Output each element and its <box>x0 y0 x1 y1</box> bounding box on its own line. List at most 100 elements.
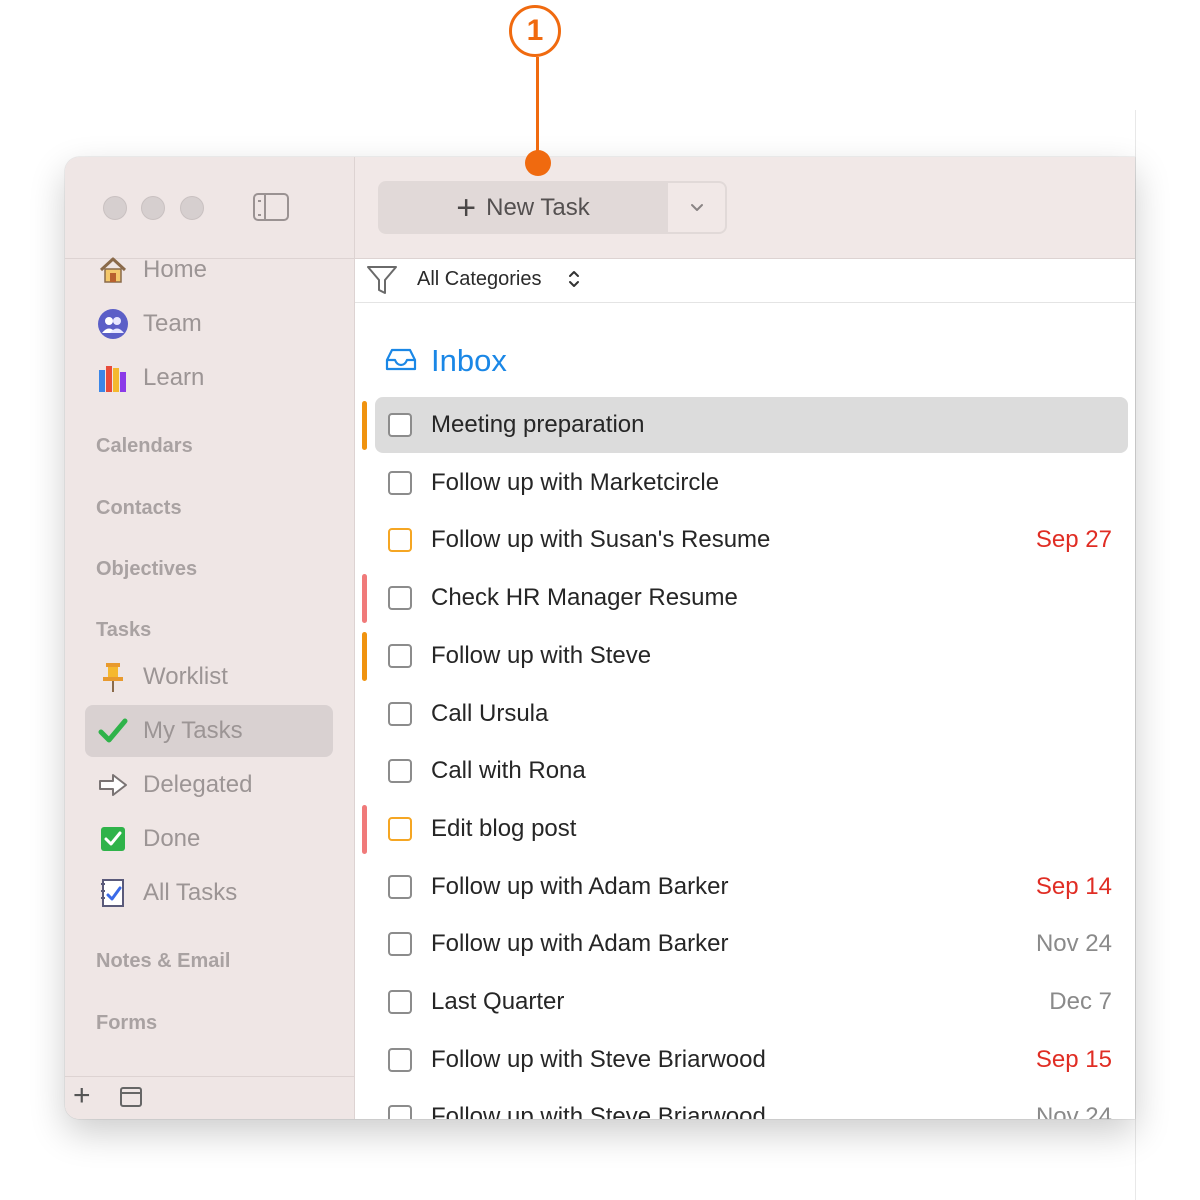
sidebar-item-delegated[interactable]: Delegated <box>85 759 333 811</box>
new-task-label: New Task <box>486 193 590 221</box>
inbox-header: Inbox <box>385 343 507 379</box>
checklist-icon <box>95 875 131 911</box>
priority-indicator <box>362 805 367 854</box>
plus-icon: + <box>456 188 477 227</box>
task-row[interactable]: Follow up with Marketcircle <box>375 455 1128 511</box>
page-edge-divider <box>1135 110 1136 1200</box>
category-filter-select[interactable]: All Categories <box>417 268 542 291</box>
task-list-panel: Inbox Meeting preparation Follow up with … <box>355 303 1135 1119</box>
sidebar-item-label: Done <box>143 825 201 852</box>
add-icon[interactable]: + <box>73 1081 91 1111</box>
sidebar-item-label: Worklist <box>143 663 228 690</box>
task-checkbox[interactable] <box>388 759 412 783</box>
task-checkbox[interactable] <box>388 413 412 437</box>
section-contacts[interactable]: Contacts <box>96 497 182 520</box>
chevron-updown-icon[interactable] <box>568 269 580 294</box>
task-title: Meeting preparation <box>431 411 645 438</box>
sidebar-item-team[interactable]: Team <box>85 298 333 350</box>
pushpin-icon <box>95 659 131 695</box>
house-icon <box>95 252 131 288</box>
funnel-icon[interactable] <box>365 263 399 302</box>
chevron-down-icon <box>690 199 704 217</box>
task-checkbox[interactable] <box>388 875 412 899</box>
task-title: Edit blog post <box>431 815 577 842</box>
task-row[interactable]: Edit blog post <box>362 801 1128 857</box>
task-checkbox[interactable] <box>388 990 412 1014</box>
new-task-menu-button[interactable] <box>668 181 727 234</box>
task-title: Follow up with Steve Briarwood <box>431 1103 766 1119</box>
sidebar-item-home[interactable]: Home <box>85 244 333 296</box>
section-objectives[interactable]: Objectives <box>96 558 197 581</box>
task-row[interactable]: Call Ursula <box>375 686 1128 742</box>
task-due-date: Sep 27 <box>1035 526 1112 553</box>
sidebar-item-label: Home <box>143 256 208 283</box>
app-window: Home Team Learn Calendars Contacts Objec… <box>65 157 1135 1119</box>
task-checkbox[interactable] <box>388 1048 412 1072</box>
sidebar-item-label: Team <box>143 310 202 337</box>
section-forms[interactable]: Forms <box>96 1012 157 1035</box>
task-row[interactable]: Last Quarter Dec 7 <box>375 974 1128 1030</box>
task-due-date: Sep 15 <box>1035 1046 1112 1073</box>
task-row[interactable]: Follow up with Adam Barker Nov 24 <box>375 916 1128 972</box>
task-title: Follow up with Steve <box>431 642 652 669</box>
sidebar-footer: + <box>65 1076 354 1119</box>
new-task-button[interactable]: + New Task <box>378 181 668 234</box>
task-row[interactable]: Check HR Manager Resume <box>362 570 1128 626</box>
task-due-date: Sep 14 <box>1035 873 1112 900</box>
section-title: Inbox <box>431 343 507 378</box>
task-title: Call with Rona <box>431 757 586 784</box>
checked-box-icon <box>95 821 131 857</box>
task-row[interactable]: Follow up with Steve Briarwood Sep 15 <box>375 1032 1128 1088</box>
callout-dot <box>525 150 551 176</box>
calendar-icon[interactable] <box>120 1087 142 1107</box>
section-notes-email[interactable]: Notes & Email <box>96 950 230 973</box>
priority-indicator <box>362 401 367 450</box>
sidebar: Home Team Learn Calendars Contacts Objec… <box>65 157 355 1119</box>
section-calendars[interactable]: Calendars <box>96 435 193 458</box>
team-icon <box>95 306 131 342</box>
sidebar-item-all-tasks[interactable]: All Tasks <box>85 867 333 919</box>
task-row[interactable]: Follow up with Susan's Resume Sep 27 <box>375 512 1128 568</box>
task-checkbox[interactable] <box>388 644 412 668</box>
arrow-right-icon <box>95 767 131 803</box>
sidebar-item-label: All Tasks <box>143 879 238 906</box>
task-title: Call Ursula <box>431 700 549 727</box>
sidebar-item-learn[interactable]: Learn <box>85 352 333 404</box>
sidebar-toggle-icon[interactable] <box>253 193 289 221</box>
task-row[interactable]: Follow up with Adam Barker Sep 14 <box>375 859 1128 915</box>
task-due-date: Dec 7 <box>1049 988 1112 1015</box>
task-checkbox[interactable] <box>388 471 412 495</box>
task-checkbox[interactable] <box>388 932 412 956</box>
task-checkbox[interactable] <box>388 586 412 610</box>
sidebar-item-done[interactable]: Done <box>85 813 333 865</box>
sidebar-item-label: Learn <box>143 364 205 391</box>
books-icon <box>95 360 131 396</box>
task-title: Last Quarter <box>431 988 565 1015</box>
task-row[interactable]: Meeting preparation <box>362 397 1128 453</box>
task-checkbox[interactable] <box>388 702 412 726</box>
checkmark-icon <box>95 713 131 749</box>
callout-line <box>536 57 539 163</box>
task-checkbox[interactable] <box>388 817 412 841</box>
task-checkbox[interactable] <box>388 528 412 552</box>
priority-indicator <box>362 632 367 681</box>
priority-indicator <box>362 574 367 623</box>
zoom-window-button[interactable] <box>180 196 204 220</box>
sidebar-item-worklist[interactable]: Worklist <box>85 651 333 703</box>
task-title: Follow up with Adam Barker <box>431 930 729 957</box>
sidebar-item-my-tasks[interactable]: My Tasks <box>85 705 333 757</box>
filter-bar: All Categories <box>355 259 1135 303</box>
task-title: Follow up with Marketcircle <box>431 469 720 496</box>
callout-badge: 1 <box>509 5 561 57</box>
minimize-window-button[interactable] <box>141 196 165 220</box>
task-checkbox[interactable] <box>388 1105 412 1119</box>
task-row[interactable]: Call with Rona <box>375 743 1128 799</box>
section-tasks[interactable]: Tasks <box>96 619 151 642</box>
task-row[interactable]: Follow up with Steve <box>362 628 1128 684</box>
task-title: Follow up with Susan's Resume <box>431 526 771 553</box>
task-title: Follow up with Steve Briarwood <box>431 1046 766 1073</box>
sidebar-item-label: Delegated <box>143 771 253 798</box>
inbox-tray-icon <box>385 347 417 376</box>
close-window-button[interactable] <box>103 196 127 220</box>
task-row[interactable]: Follow up with Steve Briarwood Nov 24 <box>375 1089 1128 1119</box>
